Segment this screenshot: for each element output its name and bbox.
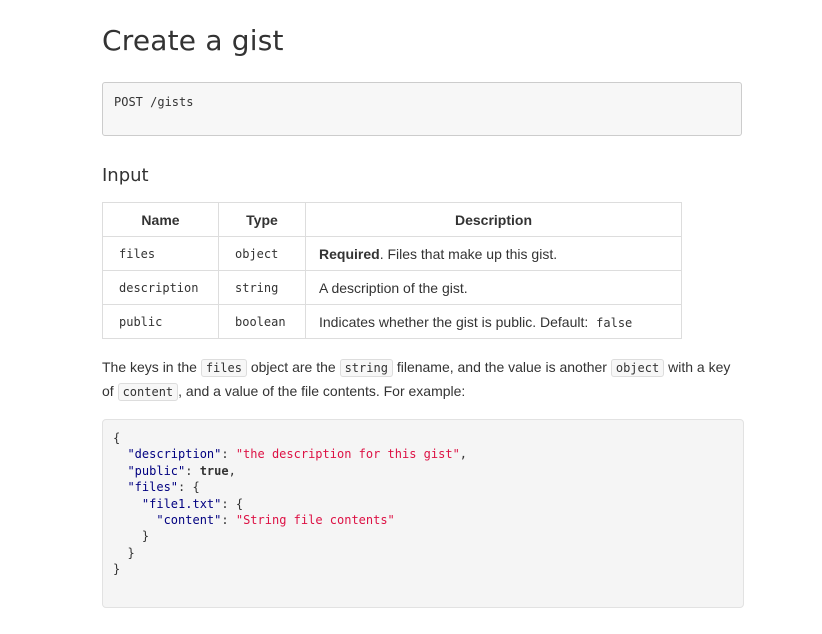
json-key: "file1.txt" <box>141 496 222 511</box>
json-key: "files" <box>127 480 179 495</box>
table-row: description string A description of the … <box>102 270 682 305</box>
table-header-row: Name Type Description <box>102 202 682 237</box>
explanation-paragraph: The keys in the files object are the str… <box>102 356 744 404</box>
input-heading: Input <box>102 165 149 186</box>
table-row: files object Required. Files that make u… <box>102 236 682 271</box>
json-key: "content" <box>156 513 222 528</box>
json-brace: { <box>235 496 244 511</box>
param-type: string <box>218 270 306 305</box>
json-key: "description" <box>127 447 222 462</box>
json-example-block: { "description": "the description for th… <box>102 419 744 608</box>
json-brace: { <box>192 480 200 495</box>
json-key: "public" <box>127 463 186 478</box>
param-name: description <box>102 270 219 305</box>
json-brace: } <box>113 562 121 577</box>
json-brace: { <box>113 431 121 445</box>
endpoint-code: POST /gists <box>114 95 194 109</box>
header-name: Name <box>102 202 219 237</box>
inline-code-files: files <box>200 359 247 377</box>
paragraph-text: object are the <box>246 359 340 375</box>
table-row: public boolean Indicates whether the gis… <box>102 304 682 339</box>
paragraph-text: filename, and the value is another <box>392 359 611 375</box>
param-type: boolean <box>218 304 306 339</box>
json-boolean: true <box>199 463 229 478</box>
inline-code-object: object <box>610 359 665 377</box>
required-label: Required <box>319 245 380 262</box>
param-type: object <box>218 236 306 271</box>
json-brace: } <box>141 529 150 544</box>
param-description: Required. Files that make up this gist. <box>305 236 682 271</box>
default-value-code: false <box>596 315 633 330</box>
json-string: "the description for this gist" <box>235 447 460 462</box>
inline-code-content: content <box>117 383 179 401</box>
endpoint-box: POST /gists <box>102 82 742 136</box>
param-description: Indicates whether the gist is public. De… <box>305 304 682 339</box>
json-string: "String file contents" <box>235 513 395 528</box>
json-brace: } <box>127 545 135 560</box>
param-description: A description of the gist. <box>305 270 682 305</box>
param-name: public <box>102 304 219 339</box>
paragraph-text: The keys in the <box>102 359 201 375</box>
json-example-code: { "description": "the description for th… <box>113 431 468 577</box>
paragraph-text: , and a value of the file contents. For … <box>178 383 466 399</box>
header-type: Type <box>218 202 306 237</box>
param-name: files <box>102 236 219 271</box>
inline-code-string: string <box>339 359 393 377</box>
page-title: Create a gist <box>102 24 284 57</box>
parameters-table: Name Type Description files object Requi… <box>102 202 682 339</box>
param-description-text: . Files that make up this gist. <box>379 245 558 262</box>
header-description: Description <box>305 202 682 237</box>
param-description-text: Indicates whether the gist is public. De… <box>319 313 593 330</box>
